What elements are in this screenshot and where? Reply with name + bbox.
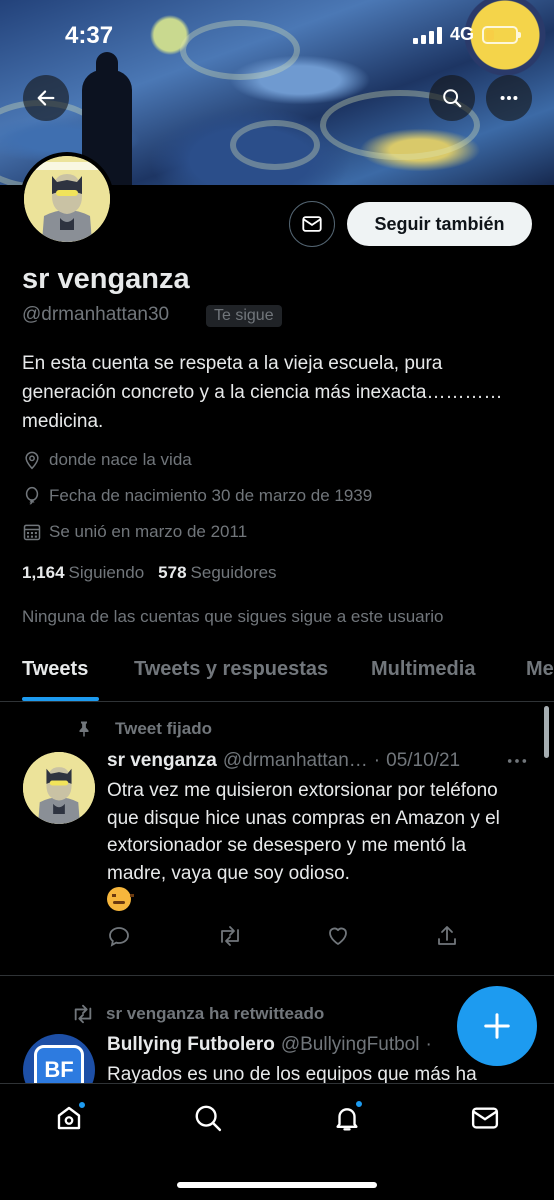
follows-you-badge: Te sigue [206,305,282,327]
profile-handle: @drmanhattan30 [22,304,170,325]
compose-tweet-button[interactable] [457,986,537,1066]
status-time: 4:37 [65,22,114,49]
profile-name: sr venganza [22,263,190,295]
nav-home[interactable] [52,1101,86,1135]
tweet-avatar[interactable] [23,752,95,824]
joined-text: Se unió en marzo de 2011 [49,522,248,541]
nav-messages[interactable] [468,1101,502,1135]
pin-icon [79,721,89,737]
birthday-row: Fecha de nacimiento 30 de marzo de 1939 [22,486,372,506]
search-icon [195,1105,222,1132]
search-button[interactable] [429,75,475,121]
pinned-label: Tweet fijado [115,719,212,738]
following-stat[interactable]: 1,164 Siguiendo [22,563,144,583]
tweet-more-button[interactable] [506,751,528,776]
followers-count: 578 [158,563,187,582]
retweet-author-name[interactable]: Bullying Futbolero [107,1034,275,1056]
retweet-author-handle: @BullyingFutbol [280,1034,420,1055]
search-icon [443,89,462,108]
balloon-icon [25,486,39,505]
pinned-context: Tweet fijado [75,719,212,739]
retweet-context: sr venganza ha retwitteado [70,1003,324,1025]
tab-media[interactable]: Multimedia [371,658,475,681]
profile-avatar[interactable] [20,152,114,246]
more-options-button[interactable] [486,75,532,121]
message-button[interactable] [289,201,335,247]
following-count: 1,164 [22,563,65,582]
network-type: 4G [449,24,474,44]
location-pin-icon [25,451,39,470]
profile-tabs: Tweets Tweets y respuestas Multimedia Me [0,640,554,702]
mutual-followers-notice: Ninguna de las cuentas que sigues sigue … [22,607,444,626]
profile-bio: En esta cuenta se respeta a la vieja esc… [22,353,503,432]
calendar-icon [23,524,41,541]
joined-row: Se unió en marzo de 2011 [22,522,247,542]
back-button[interactable] [23,75,69,121]
reply-icon [109,927,129,947]
followers-stat[interactable]: 578 Seguidores [158,563,276,583]
signal-icon [412,26,442,44]
retweet-separator: · [425,1034,432,1055]
tweet-author-name[interactable]: sr venganza [107,750,217,772]
tab-likes[interactable]: Me [526,658,554,681]
tweet-separator: · [373,750,381,771]
nav-search[interactable] [191,1101,225,1135]
batman-avatar-image [24,156,110,242]
more-dots-icon [500,95,518,101]
persevering-face-emoji [107,887,134,911]
more-dots-icon [507,759,527,763]
follow-stats: 1,164 Siguiendo 578 Seguidores [22,563,277,583]
status-indicators: 4G [412,24,521,45]
nav-notifications[interactable] [330,1100,364,1135]
tweet-text-block: Otra vez me quisieron extorsionar por te… [107,777,527,916]
birthday-text: Fecha de nacimiento 30 de marzo de 1939 [49,486,373,505]
like-button[interactable] [326,924,350,953]
retweet-label: sr venganza ha retwitteado [106,1004,325,1023]
active-tab-indicator [22,697,99,701]
notifications-dot [355,1100,363,1108]
location-text: donde nace la vida [49,450,192,469]
follow-button[interactable]: Seguir también [347,202,532,246]
tweet-text: Otra vez me quisieron extorsionar por te… [107,780,500,884]
batman-avatar-image [23,752,95,824]
envelope-icon [302,216,322,232]
tweet-author-handle: @drmanhattan… [222,750,368,771]
tab-tweets[interactable]: Tweets [22,658,88,681]
home-indicator [177,1182,377,1188]
plus-icon [484,1013,510,1039]
tab-tweets-and-replies[interactable]: Tweets y respuestas [134,658,328,681]
retweet-icon [221,926,239,946]
tweet-divider [0,975,554,976]
tweet-date: 05/10/21 [386,750,461,771]
retweet-icon [74,1004,92,1024]
share-icon [438,926,456,945]
scrollbar[interactable] [544,706,549,758]
home-notification-dot [78,1101,86,1109]
retweet-text: Rayados es uno de los equipos que más ha [107,1064,477,1083]
share-button[interactable] [435,924,459,953]
back-arrow-icon [37,90,55,106]
tweet-actions [107,924,457,950]
following-label: Siguiendo [68,563,145,582]
reply-button[interactable] [107,924,131,953]
battery-icon [482,25,521,44]
tweet-header: sr venganza @drmanhattan… · 05/10/21 [107,750,527,772]
heart-icon [329,927,347,945]
envelope-icon [471,1107,499,1129]
followers-label: Seguidores [190,563,277,582]
location-row: donde nace la vida [22,450,192,470]
retweet-button[interactable] [217,924,243,953]
